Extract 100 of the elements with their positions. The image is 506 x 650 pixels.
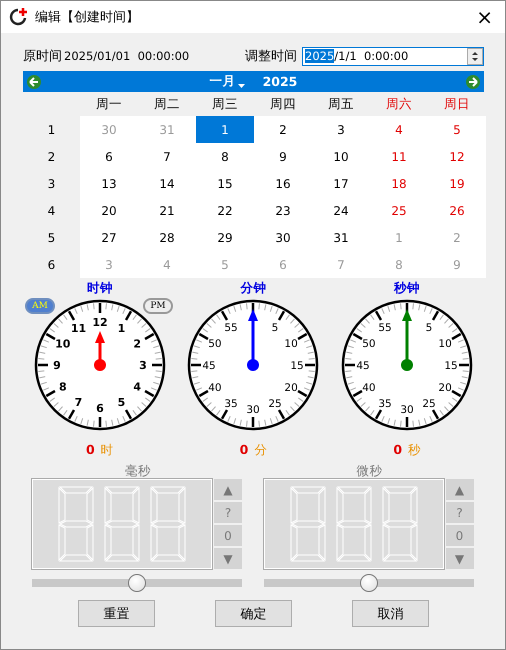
calendar-day[interactable]: 1 xyxy=(370,224,428,251)
calendar-day[interactable]: 15 xyxy=(196,170,254,197)
weekday-header: 周三 xyxy=(211,94,239,112)
calendar-day[interactable]: 16 xyxy=(254,170,312,197)
calendar-day[interactable]: 25 xyxy=(370,197,428,224)
calendar-day[interactable]: 28 xyxy=(138,224,196,251)
slider-thumb[interactable] xyxy=(128,574,146,592)
calendar-day[interactable]: 26 xyxy=(428,197,486,224)
dial-number: 25 xyxy=(422,398,436,410)
calendar-day[interactable]: 9 xyxy=(428,251,486,278)
counter-title: 毫秒 xyxy=(124,463,152,479)
meridiem-toggle[interactable]: AM xyxy=(25,298,55,314)
previous-month-icon[interactable] xyxy=(27,74,41,88)
calendar-day[interactable]: 30 xyxy=(80,116,138,143)
counter-button[interactable]: ▲ xyxy=(446,479,474,500)
app-logo-icon xyxy=(9,7,29,27)
calendar-day[interactable]: 4 xyxy=(370,116,428,143)
clock-hand[interactable] xyxy=(247,309,260,371)
calendar-day[interactable]: 22 xyxy=(196,197,254,224)
calendar-day[interactable]: 3 xyxy=(80,251,138,278)
dial-number: 45 xyxy=(202,360,216,372)
counter-button[interactable]: ▼ xyxy=(446,548,474,569)
dial-number: 5 xyxy=(272,322,279,334)
dial-number: 55 xyxy=(378,322,392,334)
counter-button[interactable]: 0 xyxy=(214,525,242,546)
calendar-day[interactable]: 6 xyxy=(80,143,138,170)
calendar-day[interactable]: 5 xyxy=(428,116,486,143)
dialog-button[interactable]: 重置 xyxy=(78,600,155,627)
dial-number: 35 xyxy=(224,398,238,410)
calendar-day[interactable]: 27 xyxy=(80,224,138,251)
calendar-day[interactable]: 2 xyxy=(428,224,486,251)
dial-number: 40 xyxy=(362,382,376,394)
unit-label: 分 xyxy=(254,442,268,459)
calendar-day[interactable]: 1 xyxy=(196,116,254,143)
calendar-day[interactable]: 10 xyxy=(312,143,370,170)
calendar-day[interactable]: 31 xyxy=(312,224,370,251)
dial-number: 30 xyxy=(400,404,414,416)
weekday-header: 周六 xyxy=(385,94,413,112)
dial-number: 55 xyxy=(224,322,238,334)
calendar-day[interactable]: 17 xyxy=(312,170,370,197)
calendar-day[interactable]: 8 xyxy=(196,143,254,170)
counter-button[interactable]: ▲ xyxy=(214,479,242,500)
calendar-day[interactable]: 19 xyxy=(428,170,486,197)
dial-number: 4 xyxy=(133,380,141,394)
calendar-day[interactable]: 14 xyxy=(138,170,196,197)
week-number: 3 xyxy=(46,176,56,192)
calendar-day[interactable]: 23 xyxy=(254,197,312,224)
counter-button[interactable]: ▼ xyxy=(214,548,242,569)
calendar-day[interactable]: 7 xyxy=(138,143,196,170)
month-label[interactable]: 一月 xyxy=(210,73,236,90)
adjust-time-label: 调整时间 xyxy=(245,48,297,65)
calendar-day[interactable]: 4 xyxy=(138,251,196,278)
unit-label: 时 xyxy=(100,442,114,459)
calendar-day[interactable]: 20 xyxy=(80,197,138,224)
weekday-header: 周四 xyxy=(269,94,297,112)
next-month-icon[interactable] xyxy=(466,74,480,88)
calendar-day[interactable]: 3 xyxy=(312,116,370,143)
spin-icon[interactable] xyxy=(467,48,483,64)
dialog-button[interactable]: 确定 xyxy=(215,600,292,627)
calendar-day[interactable]: 30 xyxy=(254,224,312,251)
clock-reading: 0 xyxy=(393,442,402,459)
dial-number: 40 xyxy=(208,382,222,394)
dial-number: 5 xyxy=(118,396,126,410)
year-label[interactable]: 2025 xyxy=(262,74,298,89)
calendar-day[interactable]: 11 xyxy=(370,143,428,170)
clock-title: 时钟 xyxy=(86,280,113,297)
weekday-header: 周五 xyxy=(327,94,355,112)
week-number: 5 xyxy=(46,230,56,246)
calendar-day[interactable]: 12 xyxy=(428,143,486,170)
calendar-day[interactable]: 9 xyxy=(254,143,312,170)
dropdown-icon[interactable] xyxy=(238,84,245,88)
weekday-header: 周一 xyxy=(95,94,123,112)
slider-thumb[interactable] xyxy=(360,574,378,592)
unit-label: 秒 xyxy=(408,442,422,459)
calendar-day[interactable]: 18 xyxy=(370,170,428,197)
dial-number: 12 xyxy=(92,316,108,329)
calendar-day[interactable]: 29 xyxy=(196,224,254,251)
calendar-day[interactable]: 21 xyxy=(138,197,196,224)
calendar-day[interactable]: 6 xyxy=(254,251,312,278)
calendar-day[interactable]: 7 xyxy=(312,251,370,278)
calendar-day[interactable]: 8 xyxy=(370,251,428,278)
close-button[interactable]: × xyxy=(472,7,497,27)
meridiem-toggle[interactable]: PM xyxy=(143,298,173,314)
calendar-day[interactable]: 13 xyxy=(80,170,138,197)
dial-number: 45 xyxy=(356,360,370,372)
calendar-day[interactable]: 24 xyxy=(312,197,370,224)
calendar-day[interactable]: 31 xyxy=(138,116,196,143)
counter-title: 微秒 xyxy=(355,463,384,479)
clock-hand[interactable] xyxy=(401,309,414,371)
dialog-button[interactable]: 取消 xyxy=(352,600,429,627)
calendar-day[interactable]: 5 xyxy=(196,251,254,278)
counter-button[interactable]: ? xyxy=(446,502,474,523)
counter-button[interactable]: ? xyxy=(214,502,242,523)
dial-number: 1 xyxy=(118,322,126,335)
dial-number: 3 xyxy=(139,359,147,372)
counter-button[interactable]: 0 xyxy=(446,525,474,546)
clock-hand[interactable] xyxy=(94,331,106,371)
dial-number: 50 xyxy=(208,338,222,350)
calendar-day[interactable]: 2 xyxy=(254,116,312,143)
datetime-field[interactable]: 2025/1/1 0:00:00 xyxy=(302,46,484,66)
